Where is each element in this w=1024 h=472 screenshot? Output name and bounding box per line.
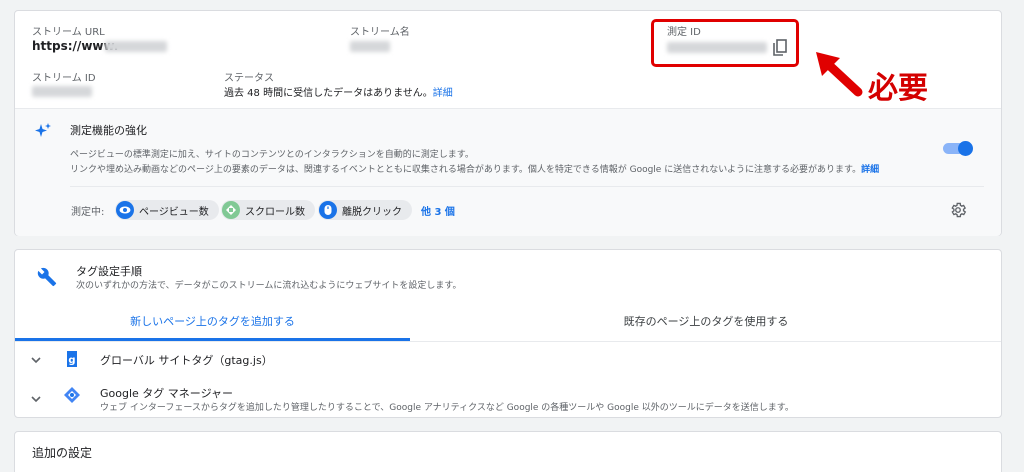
mouse-icon <box>319 201 337 219</box>
tagging-title: タグ設定手順 <box>76 265 142 278</box>
gtm-desc: ウェブ インターフェースからタグを追加したり管理したりすることで、Google … <box>100 403 794 413</box>
additional-settings-title: 追加の設定 <box>32 446 93 460</box>
gtm-row[interactable]: Google タグ マネージャー ウェブ インターフェースからタグを追加したり管… <box>15 378 1001 416</box>
annotation-arrow <box>816 52 863 97</box>
gtm-title: Google タグ マネージャー <box>100 387 234 400</box>
status-text: 過去 48 時間に受信したデータはありません。詳細 <box>224 88 453 99</box>
sparkle-icon <box>35 123 51 137</box>
measurement-id-highlight-box <box>651 19 799 67</box>
chip-label: 離脱クリック <box>342 206 402 218</box>
chevron-down-icon <box>31 357 41 364</box>
stream-url-redacted <box>105 41 167 52</box>
eye-icon <box>116 201 134 219</box>
chip-outbound-clicks: 離脱クリック <box>318 200 412 220</box>
gtag-icon: g <box>67 351 77 367</box>
tag-manager-icon <box>64 387 80 403</box>
stream-name-redacted <box>350 41 390 52</box>
annotation-required-text: 必要 <box>868 71 928 106</box>
tagging-subtitle: 次のいずれかの方法で、データがこのストリームに流れ込むようにウェブサイトを設定し… <box>76 281 462 291</box>
toggle-knob <box>958 141 973 156</box>
stream-id-label: ストリーム ID <box>32 73 96 84</box>
measuring-label: 測定中: <box>71 207 105 218</box>
chevron-down-icon <box>31 396 41 403</box>
scroll-icon <box>222 201 240 219</box>
wrench-icon <box>37 267 57 287</box>
divider <box>15 108 1001 109</box>
tab-add-new-tag[interactable]: 新しいページ上のタグを追加する <box>15 302 410 340</box>
enhanced-toggle[interactable] <box>943 141 973 156</box>
chip-pageviews: ページビュー数 <box>115 200 219 220</box>
tab-use-existing-tag[interactable]: 既存のページ上のタグを使用する <box>410 302 1002 340</box>
tagging-instructions-card: タグ設定手順 次のいずれかの方法で、データがこのストリームに流れ込むようにウェブ… <box>14 249 1002 418</box>
enhanced-desc-2: リンクや埋め込み動画などのページ上の要素のデータは、関連するイベントとともに収集… <box>70 165 880 175</box>
gtag-title: グローバル サイトタグ（gtag.js） <box>100 354 273 367</box>
svg-text:g: g <box>68 355 75 366</box>
chip-scrolls: スクロール数 <box>221 200 315 220</box>
stream-url-label: ストリーム URL <box>32 27 105 38</box>
enhanced-more-link[interactable]: 詳細 <box>861 165 879 175</box>
additional-settings-card: 追加の設定 <box>14 431 1002 472</box>
more-events-link[interactable]: 他 3 個 <box>421 203 455 218</box>
status-label: ステータス <box>224 73 274 84</box>
stream-id-redacted <box>32 86 92 97</box>
gtag-row[interactable]: g グローバル サイトタグ（gtag.js） <box>15 342 1001 376</box>
divider <box>70 186 984 187</box>
enhanced-title: 測定機能の強化 <box>70 124 147 137</box>
chip-label: スクロール数 <box>245 206 305 218</box>
stream-details-card: ストリーム URL https://www. ストリーム名 測定 ID ストリー… <box>14 10 1002 236</box>
chip-label: ページビュー数 <box>139 206 209 218</box>
stream-name-label: ストリーム名 <box>350 27 410 38</box>
enhanced-desc-1: ページビューの標準測定に加え、サイトのコンテンツとのインタラクションを自動的に測… <box>70 150 474 160</box>
status-more-link[interactable]: 詳細 <box>433 88 453 99</box>
gear-icon[interactable] <box>949 201 967 219</box>
